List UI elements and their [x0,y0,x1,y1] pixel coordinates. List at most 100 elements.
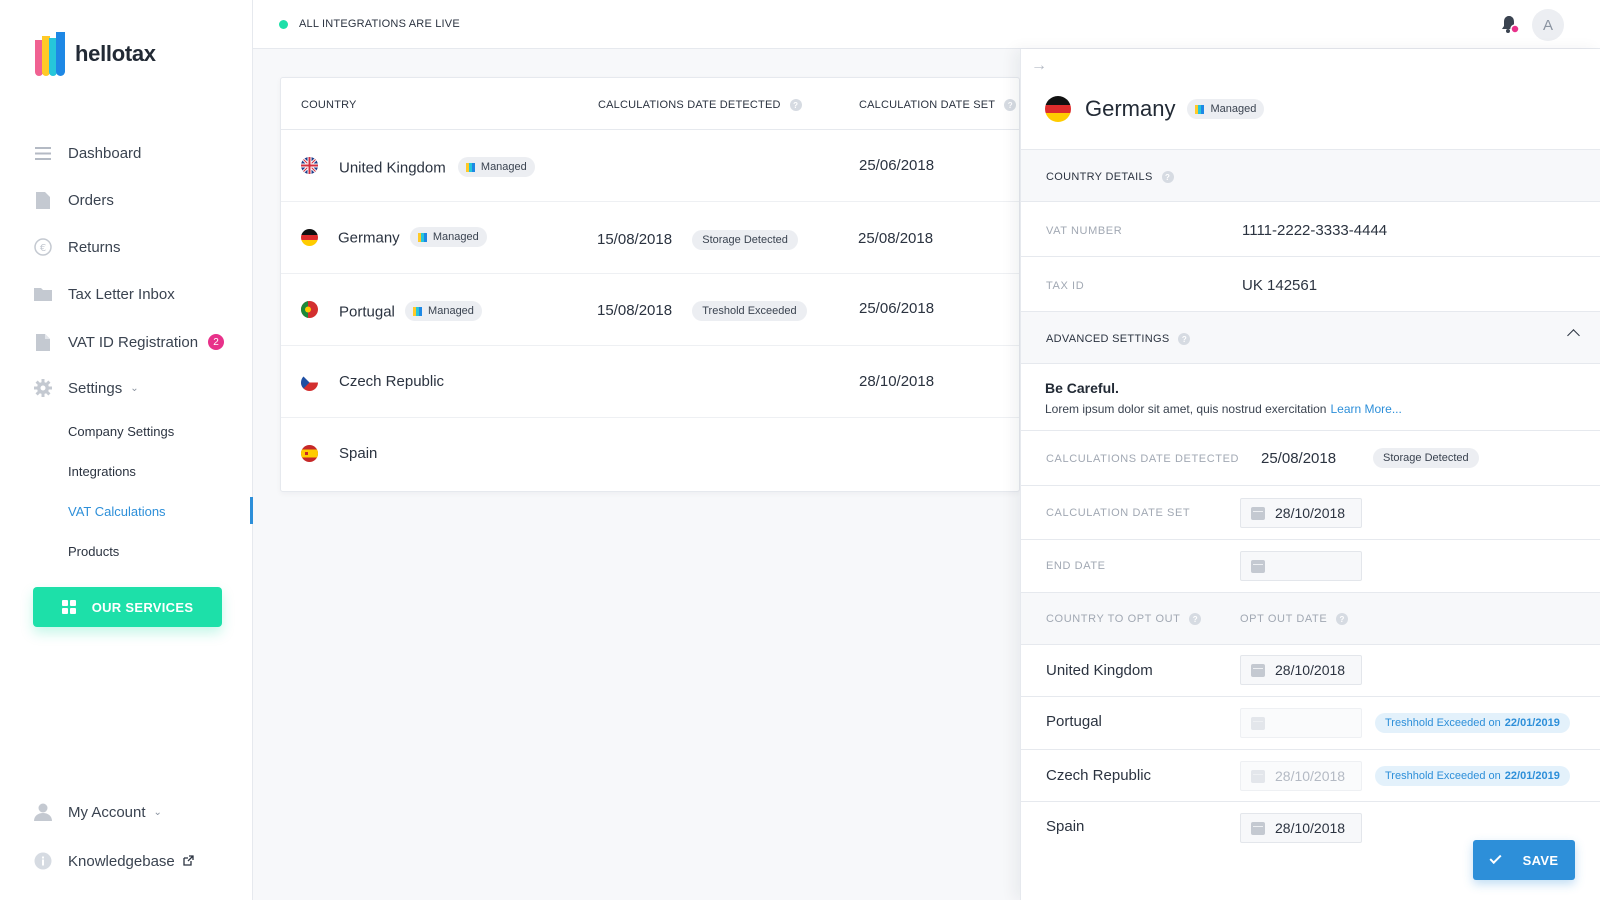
help-icon[interactable]: ? [789,99,802,111]
help-icon[interactable]: ? [1189,613,1202,625]
calc-detected-row: CALCULATIONS DATE DETECTED 25/08/2018 St… [1021,430,1600,485]
calculations-date-detected: 15/08/2018 Treshold Exceeded [597,301,807,321]
tax-id-value: UK 142561 [1242,277,1318,294]
warning-box: Be Careful. Lorem ipsum dolor sit amet, … [1021,363,1600,430]
logo-text: hellotax [75,41,156,66]
learn-more-link[interactable]: Learn More... [1330,402,1401,416]
flag-germany-icon [301,229,318,246]
calc-set-row: CALCULATION DATE SET 28/10/2018 [1021,485,1600,539]
field-label: END DATE [1046,560,1106,572]
gear-icon [34,379,52,397]
status-badge: Storage Detected [692,230,798,250]
table-row[interactable]: Germany Managed 15/08/2018 Storage Detec… [281,202,1019,274]
opt-out-header: COUNTRY TO OPT OUT? OPT OUT DATE? [1021,592,1600,644]
nav-vat-id-registration[interactable]: VAT ID Registration 2 [34,333,225,351]
table-row[interactable]: United Kingdom Managed 25/06/2018 [281,130,1019,202]
euro-icon: € [34,238,52,256]
file-icon [34,333,52,351]
nav-tax-letter-inbox[interactable]: Tax Letter Inbox [34,285,175,303]
table-header: COUNTRY CALCULATIONS DATE DETECTED? CALC… [281,78,1019,130]
status-dot [279,19,288,29]
arrow-right-icon[interactable]: → [1031,57,1047,75]
field-label: CALCULATIONS DATE DETECTED [1046,453,1240,465]
opt-out-country: Spain [1046,818,1085,835]
managed-badge: Managed [1187,99,1265,119]
sidebar-item-vat-calculations[interactable]: VAT Calculations [68,504,166,519]
nav-label: Tax Letter Inbox [68,285,175,303]
column-header-opt-out-date: OPT OUT DATE? [1240,613,1349,625]
section-title: COUNTRY DETAILS? [1046,171,1174,183]
list-icon [34,144,52,162]
sidebar-item-integrations[interactable]: Integrations [68,464,136,479]
document-icon [34,191,52,209]
field-label: CALCULATION DATE SET [1046,507,1191,519]
nav-label: Returns [68,238,121,256]
table-row[interactable]: Spain [281,418,1019,490]
nav-dashboard[interactable]: Dashboard [34,144,141,162]
table-row[interactable]: Portugal Managed 15/08/2018 Treshold Exc… [281,274,1019,346]
hellotax-mini-icon [417,232,427,242]
save-button[interactable]: SAVE [1473,840,1575,880]
calendar-icon [1251,506,1265,520]
avatar[interactable]: A [1532,9,1564,41]
calculation-date-set: 25/06/2018 [859,300,935,317]
nav-returns[interactable]: € Returns [34,238,121,256]
end-date-input[interactable] [1240,551,1362,581]
integration-status: ALL INTEGRATIONS ARE LIVE [279,18,460,30]
opt-out-date-input[interactable]: 28/10/2018 [1240,655,1362,685]
active-indicator [250,497,253,524]
folder-icon [34,285,52,303]
flag-czech-republic-icon [301,374,318,391]
calculation-date-set: 28/10/2018 [859,373,935,390]
hellotax-logo-icon [35,32,65,76]
warning-text: Lorem ipsum dolor sit amet, quis nostrud… [1045,402,1402,416]
chevron-down-icon: ⌄ [130,382,139,394]
opt-out-date-input [1240,708,1362,738]
nav-label: Dashboard [68,144,142,162]
column-header-calculation-date-set: CALCULATION DATE SET? [859,99,1017,111]
country-name: Czech Republic [339,373,445,390]
svg-text:€: € [40,243,46,254]
external-link-icon [183,853,194,870]
vat-number-row: VAT NUMBER 1111-2222-3333-4444 [1021,201,1600,256]
flag-portugal-icon [301,301,318,318]
help-icon[interactable]: ? [1161,171,1174,183]
sidebar-item-company-settings[interactable]: Company Settings [68,424,174,439]
status-badge: Storage Detected [1373,448,1479,468]
user-icon [34,803,52,821]
logo[interactable]: hellotax [35,32,156,76]
chevron-up-icon[interactable] [1567,329,1580,342]
help-icon[interactable]: ? [1336,613,1349,625]
nav-settings[interactable]: Settings ⌄ [34,379,139,397]
advanced-settings-header[interactable]: ADVANCED SETTINGS? [1021,311,1600,363]
bell-icon[interactable] [1500,14,1520,34]
nav-my-account[interactable]: My Account ⌄ [34,803,162,821]
managed-badge: Managed [409,227,487,247]
sidebar-item-products[interactable]: Products [68,544,119,559]
opt-out-date-input[interactable]: 28/10/2018 [1240,813,1362,843]
info-icon [34,852,52,870]
our-services-button[interactable]: OUR SERVICES [33,587,222,627]
column-header-country: COUNTRY [301,99,357,111]
country-name: Germany Managed [338,227,487,247]
help-icon[interactable]: ? [1178,333,1191,345]
nav-knowledgebase[interactable]: Knowledgebase [34,852,194,870]
field-label: TAX ID [1046,280,1085,292]
section-title: ADVANCED SETTINGS? [1046,333,1191,345]
nav-orders[interactable]: Orders [34,191,114,209]
calendar-icon [1251,821,1265,835]
table-row[interactable]: Czech Republic 28/10/2018 [281,346,1019,418]
calendar-icon [1251,559,1265,573]
nav-label: Knowledgebase [68,852,175,870]
opt-out-country: Czech Republic [1046,767,1152,784]
country-details-header: COUNTRY DETAILS? [1021,149,1600,201]
flag-uk-icon [301,157,318,174]
threshold-exceeded-badge: Treshhold Exceeded on 22/01/2019 [1375,713,1570,733]
notification-badge: 2 [208,334,225,350]
help-icon[interactable]: ? [1004,99,1017,111]
chevron-down-icon: ⌄ [153,806,162,818]
opt-out-country: United Kingdom [1046,662,1153,679]
sidebar: hellotax Dashboard Orders € Returns Tax … [0,0,253,900]
calculation-date-set-input[interactable]: 28/10/2018 [1240,498,1362,528]
vat-number-value: 1111-2222-3333-4444 [1242,222,1388,239]
